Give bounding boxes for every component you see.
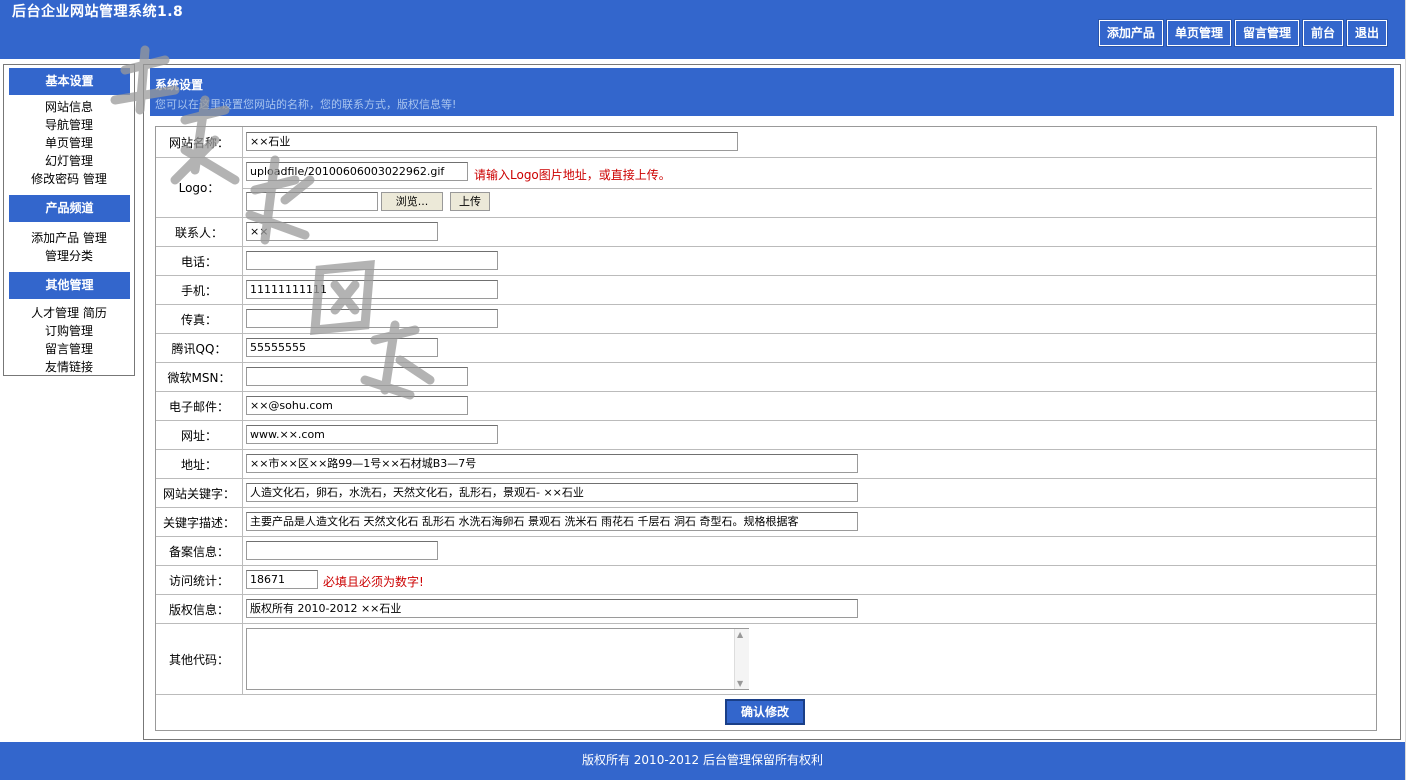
description-label: 关键字描述： bbox=[156, 508, 243, 536]
phone-label: 电话： bbox=[156, 247, 243, 275]
sidebar-item-nav-manage[interactable]: 导航管理 bbox=[4, 116, 134, 134]
row-icp: 备案信息： bbox=[156, 537, 1376, 566]
row-logo: Logo： uploadfile/20100606003022962.gif 请… bbox=[156, 158, 1376, 218]
row-url: 网址： www.××.com bbox=[156, 421, 1376, 450]
logo-label: Logo： bbox=[156, 158, 243, 217]
row-msn: 微软MSN： bbox=[156, 363, 1376, 392]
stats-input[interactable]: 18671 bbox=[246, 570, 318, 589]
mobile-label: 手机： bbox=[156, 276, 243, 304]
sidebar-item-categories[interactable]: 管理分类 bbox=[4, 247, 134, 265]
other-code-label: 其他代码： bbox=[156, 624, 243, 694]
mobile-input[interactable]: 11111111111 bbox=[246, 280, 498, 299]
sidebar-item-add-product[interactable]: 添加产品 管理 bbox=[4, 229, 134, 247]
description-input[interactable]: 主要产品是人造文化石 天然文化石 乱形石 水洗石海卵石 景观石 洗米石 雨花石 … bbox=[246, 512, 858, 531]
row-other-code: 其他代码： ▲ ▼ bbox=[156, 624, 1376, 695]
row-submit: 确认修改 bbox=[156, 695, 1376, 729]
site-name-input[interactable]: ××石业 bbox=[246, 132, 738, 151]
sidebar-item-site-info[interactable]: 网站信息 bbox=[4, 98, 134, 116]
sidebar-group-basic: 基本设置 bbox=[9, 68, 130, 95]
footer: 版权所有 2010-2012 后台管理保留所有权利 bbox=[0, 742, 1405, 780]
row-keywords: 网站关键字： 人造文化石，卵石，水洗石，天然文化石，乱形石，景观石- ××石业 bbox=[156, 479, 1376, 508]
main-panel: 系统设置 您可以在这里设置您网站的名称，您的联系方式，版权信息等! 网站名称： … bbox=[143, 64, 1401, 740]
sidebar-item-page-manage[interactable]: 单页管理 bbox=[4, 134, 134, 152]
top-nav: 添加产品 单页管理 留言管理 前台 退出 bbox=[1095, 19, 1389, 47]
app-title: 后台企业网站管理系统1.8 bbox=[12, 4, 184, 20]
row-fax: 传真： bbox=[156, 305, 1376, 334]
qq-label: 腾讯QQ： bbox=[156, 334, 243, 362]
sidebar-item-talent[interactable]: 人才管理 简历 bbox=[4, 304, 134, 322]
stats-label: 访问统计： bbox=[156, 566, 243, 594]
sidebar-group-products: 产品频道 bbox=[9, 195, 130, 222]
page-subtitle: 您可以在这里设置您网站的名称，您的联系方式，版权信息等! bbox=[155, 98, 457, 111]
fax-label: 传真： bbox=[156, 305, 243, 333]
scroll-up-icon[interactable]: ▲ bbox=[737, 630, 743, 639]
upload-button[interactable]: 上传 bbox=[450, 192, 490, 211]
scroll-down-icon[interactable]: ▼ bbox=[737, 679, 743, 688]
row-description: 关键字描述： 主要产品是人造文化石 天然文化石 乱形石 水洗石海卵石 景观石 洗… bbox=[156, 508, 1376, 537]
nav-add-product-button[interactable]: 添加产品 bbox=[1097, 19, 1164, 47]
sidebar-group-other: 其他管理 bbox=[9, 272, 130, 299]
nav-page-manage-button[interactable]: 单页管理 bbox=[1165, 19, 1232, 47]
window-scrollbar[interactable] bbox=[1405, 0, 1423, 780]
row-site-name: 网站名称： ××石业 bbox=[156, 127, 1376, 158]
url-input[interactable]: www.××.com bbox=[246, 425, 498, 444]
icp-label: 备案信息： bbox=[156, 537, 243, 565]
nav-frontend-button[interactable]: 前台 bbox=[1301, 19, 1344, 47]
site-name-label: 网站名称： bbox=[156, 127, 243, 157]
contact-input[interactable]: ×× bbox=[246, 222, 438, 241]
sidebar-item-links[interactable]: 友情链接 bbox=[4, 358, 134, 376]
copyright-input[interactable]: 版权所有 2010-2012 ××石业 bbox=[246, 599, 858, 618]
main-header: 系统设置 您可以在这里设置您网站的名称，您的联系方式，版权信息等! bbox=[150, 68, 1394, 116]
sidebar: 基本设置 网站信息 导航管理 单页管理 幻灯管理 修改密码 管理 产品频道 添加… bbox=[3, 64, 135, 376]
row-address: 地址： ××市××区××路99—1号××石材城B3—7号 bbox=[156, 450, 1376, 479]
other-code-textarea[interactable] bbox=[246, 628, 749, 690]
address-input[interactable]: ××市××区××路99—1号××石材城B3—7号 bbox=[246, 454, 858, 473]
row-phone: 电话： bbox=[156, 247, 1376, 276]
page-title: 系统设置 bbox=[155, 78, 204, 92]
address-label: 地址： bbox=[156, 450, 243, 478]
keywords-label: 网站关键字： bbox=[156, 479, 243, 507]
url-label: 网址： bbox=[156, 421, 243, 449]
nav-message-manage-button[interactable]: 留言管理 bbox=[1233, 19, 1300, 47]
qq-input[interactable]: 55555555 bbox=[246, 338, 438, 357]
fax-input[interactable] bbox=[246, 309, 498, 328]
contact-label: 联系人： bbox=[156, 218, 243, 246]
phone-input[interactable] bbox=[246, 251, 498, 270]
row-contact: 联系人： ×× bbox=[156, 218, 1376, 247]
browse-button[interactable]: 浏览... bbox=[381, 192, 443, 211]
row-stats: 访问统计： 18671 必填且必须为数字! bbox=[156, 566, 1376, 595]
sidebar-item-orders[interactable]: 订购管理 bbox=[4, 322, 134, 340]
icp-input[interactable] bbox=[246, 541, 438, 560]
copyright-label: 版权信息： bbox=[156, 595, 243, 623]
msn-label: 微软MSN： bbox=[156, 363, 243, 391]
keywords-input[interactable]: 人造文化石，卵石，水洗石，天然文化石，乱形石，景观石- ××石业 bbox=[246, 483, 858, 502]
sidebar-item-slide-manage[interactable]: 幻灯管理 bbox=[4, 152, 134, 170]
stats-hint: 必填且必须为数字! bbox=[323, 575, 424, 589]
sidebar-item-password[interactable]: 修改密码 管理 bbox=[4, 170, 134, 188]
textarea-scrollbar[interactable]: ▲ ▼ bbox=[734, 629, 749, 689]
logo-hint: 请输入Logo图片地址，或直接上传。 bbox=[474, 168, 671, 182]
logo-file-input[interactable] bbox=[246, 192, 378, 211]
email-label: 电子邮件： bbox=[156, 392, 243, 420]
row-copyright: 版权信息： 版权所有 2010-2012 ××石业 bbox=[156, 595, 1376, 624]
logo-path-input[interactable]: uploadfile/20100606003022962.gif bbox=[246, 162, 468, 181]
row-email: 电子邮件： ××@sohu.com bbox=[156, 392, 1376, 421]
sidebar-item-messages[interactable]: 留言管理 bbox=[4, 340, 134, 358]
row-qq: 腾讯QQ： 55555555 bbox=[156, 334, 1376, 363]
nav-logout-button[interactable]: 退出 bbox=[1345, 19, 1389, 47]
msn-input[interactable] bbox=[246, 367, 468, 386]
settings-form: 网站名称： ××石业 Logo： uploadfile/201006060030… bbox=[155, 126, 1377, 731]
email-input[interactable]: ××@sohu.com bbox=[246, 396, 468, 415]
top-header: 后台企业网站管理系统1.8 添加产品 单页管理 留言管理 前台 退出 bbox=[0, 0, 1405, 59]
confirm-submit-button[interactable]: 确认修改 bbox=[725, 699, 805, 725]
row-mobile: 手机： 11111111111 bbox=[156, 276, 1376, 305]
